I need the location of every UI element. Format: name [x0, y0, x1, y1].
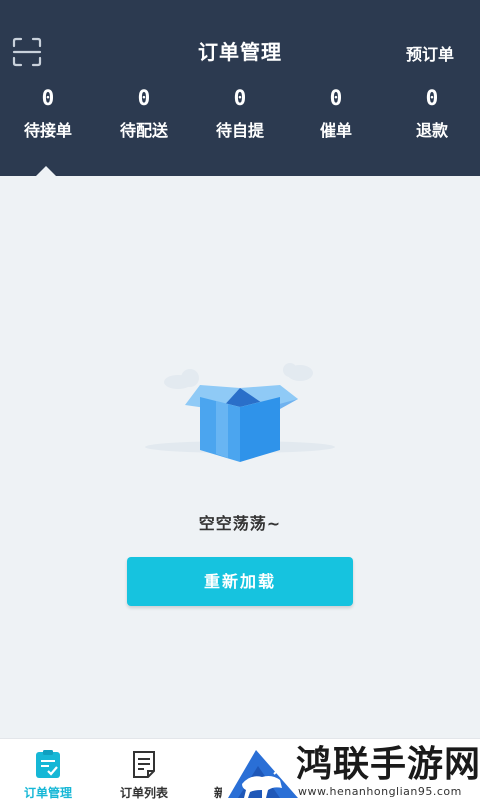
watermark-url: www.henanhonglian95.com: [298, 785, 462, 798]
stat-count: 0: [137, 86, 151, 110]
stat-count: 0: [329, 86, 343, 110]
reload-button[interactable]: 重新加载: [127, 557, 353, 606]
preorder-link[interactable]: 预订单: [406, 41, 454, 65]
stat-pending-pickup[interactable]: 0 待自提: [192, 84, 288, 141]
stat-label: 待自提: [215, 121, 264, 140]
header-bar: 订单管理 预订单 0 待接单 0 待配送 0 待自提 0 催单 0 退款: [0, 0, 480, 176]
active-stat-pointer: [36, 166, 56, 176]
stat-count: 0: [41, 86, 55, 110]
stat-label: 待配送: [119, 121, 168, 140]
tab-label: 订单管理: [23, 786, 72, 800]
tab-order-manage[interactable]: 订单管理: [0, 739, 96, 800]
stat-label: 催单: [319, 121, 352, 140]
stat-count: 0: [425, 86, 439, 110]
stat-count: 0: [233, 86, 247, 110]
tab-order-list[interactable]: 订单列表: [96, 739, 192, 800]
stat-pending-accept[interactable]: 0 待接单: [0, 84, 96, 141]
stat-pending-delivery[interactable]: 0 待配送: [96, 84, 192, 141]
order-stats: 0 待接单 0 待配送 0 待自提 0 催单 0 退款: [0, 84, 480, 141]
stat-label: 待接单: [23, 121, 72, 140]
stat-refunds[interactable]: 0 退款: [384, 84, 480, 141]
stat-reminders[interactable]: 0 催单: [288, 84, 384, 141]
watermark-overlay: 鸿联手游网 www.henanhonglian95.com: [222, 742, 480, 800]
site-logo-icon: [228, 744, 298, 798]
tab-label: 订单列表: [119, 786, 168, 800]
empty-message: 空空荡荡~: [198, 514, 282, 533]
order-manage-icon: [36, 750, 60, 778]
stat-label: 退款: [415, 121, 448, 140]
watermark-title: 鸿联手游网: [296, 743, 480, 785]
empty-box-icon: [145, 363, 335, 462]
order-list-icon: [133, 751, 155, 778]
